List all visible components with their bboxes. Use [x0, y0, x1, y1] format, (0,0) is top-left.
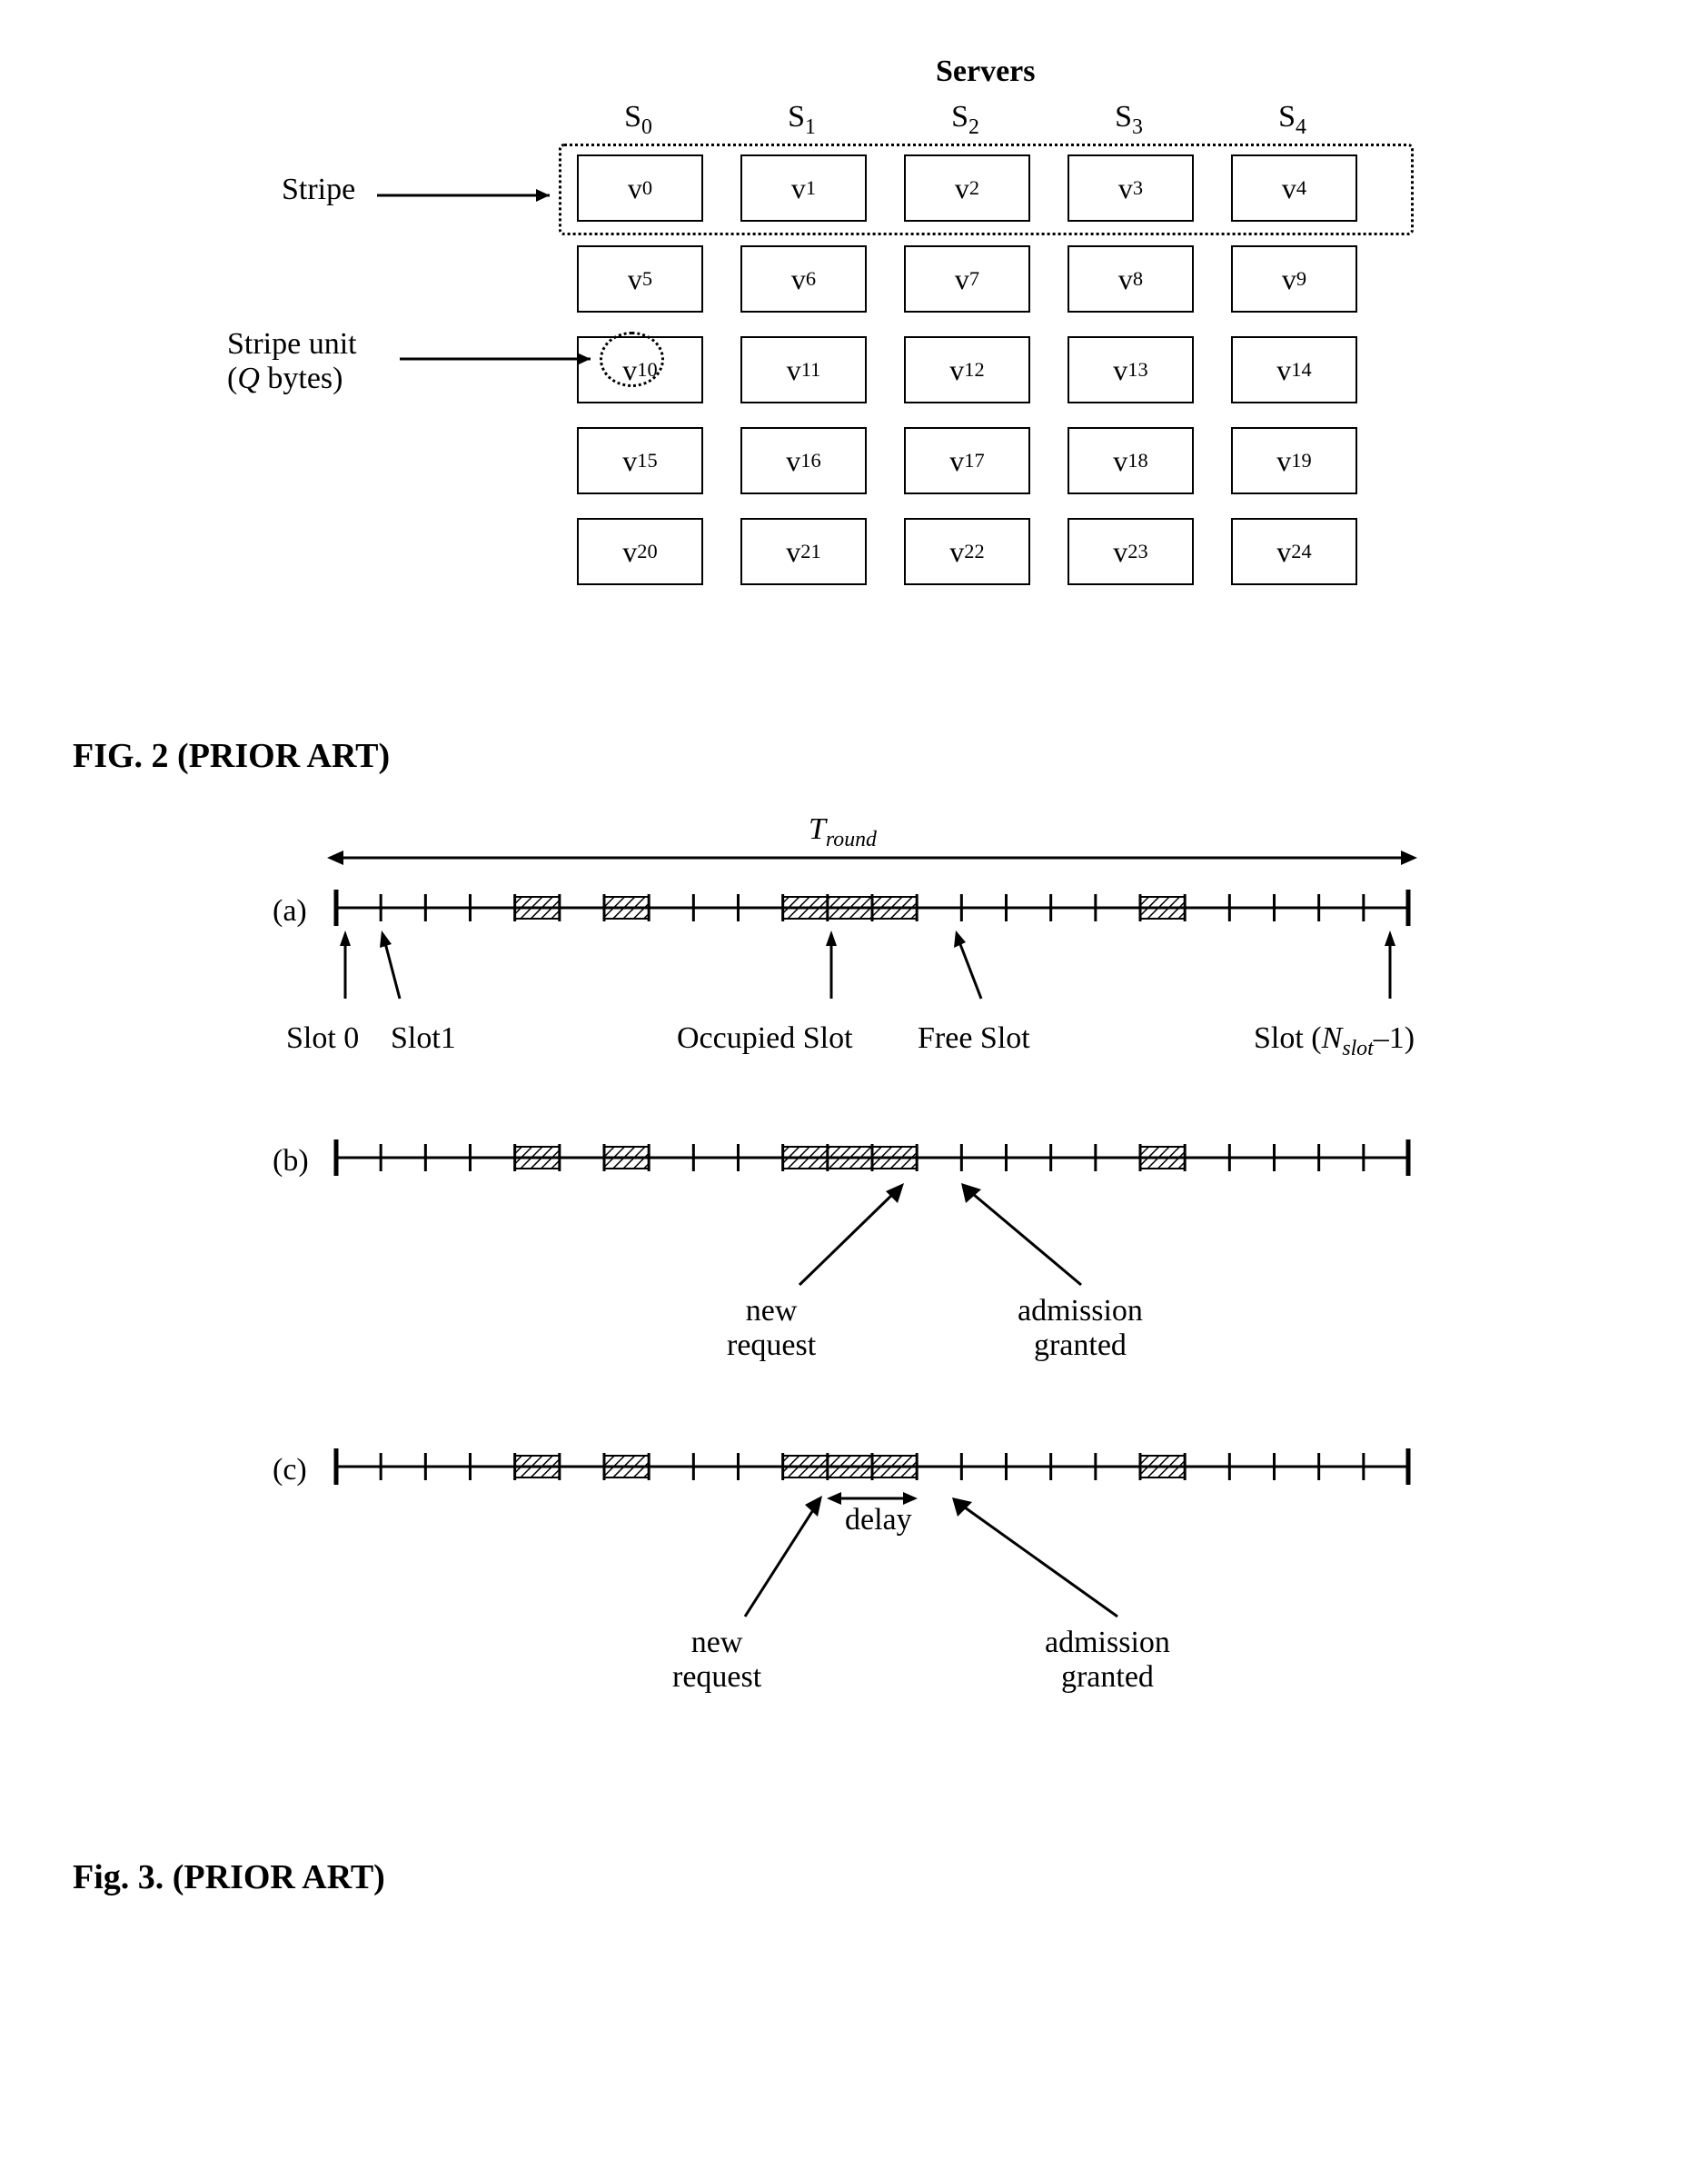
stripe-cell: v15	[577, 427, 703, 494]
last-slot-label: Slot (Nslot–1)	[1254, 1021, 1415, 1061]
timeline-c	[327, 1444, 1417, 1489]
col-header: S2	[904, 100, 1027, 140]
stripe-cell: v3	[1068, 154, 1194, 222]
stripe-cell: v19	[1231, 427, 1357, 494]
stripe-cell: v14	[1231, 336, 1357, 403]
stripe-cell: v12	[904, 336, 1030, 403]
occupied-label: Occupied Slot	[677, 1021, 853, 1056]
newreq-b-label: new request	[727, 1294, 816, 1363]
newreq-c-label: new request	[672, 1626, 761, 1695]
stripe-cell: v20	[577, 518, 703, 585]
stripe-cell: v13	[1068, 336, 1194, 403]
fig2-diagram: Servers S0 S1 S2 S3 S4 v0 v1 v2 v3 v4 v5 v6 v7 v8 v9 v1…	[73, 55, 1635, 691]
stripe-cell: v18	[1068, 427, 1194, 494]
stripe-cell: v1	[740, 154, 867, 222]
stripe-cell: v16	[740, 427, 867, 494]
free-label: Free Slot	[918, 1021, 1030, 1056]
servers-title: Servers	[936, 55, 1036, 89]
stripe-cell: v21	[740, 518, 867, 585]
col-header: S3	[1068, 100, 1190, 140]
stripe-cell: v4	[1231, 154, 1357, 222]
stripe-cell: v17	[904, 427, 1030, 494]
timeline-a	[327, 885, 1417, 930]
stripe-cell: v9	[1231, 245, 1357, 313]
stripe-cell: v22	[904, 518, 1030, 585]
stripe-cell: v5	[577, 245, 703, 313]
admgrant-c-label: admission granted	[1045, 1626, 1170, 1695]
col-header: S0	[577, 100, 700, 140]
stripe-cell: v23	[1068, 518, 1194, 585]
fig3-caption: Fig. 3. (PRIOR ART)	[73, 1857, 1635, 1897]
stripe-cell: v0	[577, 154, 703, 222]
slot1-label: Slot1	[391, 1021, 456, 1056]
fig2-caption: FIG. 2 (PRIOR ART)	[73, 736, 1635, 776]
stripe-cell: v7	[904, 245, 1030, 313]
row-c-label: (c)	[273, 1453, 307, 1487]
col-header: S4	[1231, 100, 1354, 140]
stripe-unit-circle	[600, 332, 664, 387]
row-a-label: (a)	[273, 894, 307, 929]
stripe-cell: v8	[1068, 245, 1194, 313]
row-b-label: (b)	[273, 1144, 309, 1179]
col-header: S1	[740, 100, 863, 140]
timeline-b	[327, 1135, 1417, 1180]
fig3-diagram: Tround (a) Slot 0 Slot1 Occupied Slot Fr…	[73, 812, 1635, 1812]
stripe-cell: v11	[740, 336, 867, 403]
stripe-cell: v6	[740, 245, 867, 313]
stripe-label: Stripe	[282, 173, 355, 207]
stripe-cell: v24	[1231, 518, 1357, 585]
admgrant-b-label: admission granted	[1018, 1294, 1143, 1363]
slot0-label: Slot 0	[286, 1021, 359, 1056]
stripe-unit-label: Stripe unit (Q bytes)	[227, 327, 357, 396]
stripe-cell: v2	[904, 154, 1030, 222]
